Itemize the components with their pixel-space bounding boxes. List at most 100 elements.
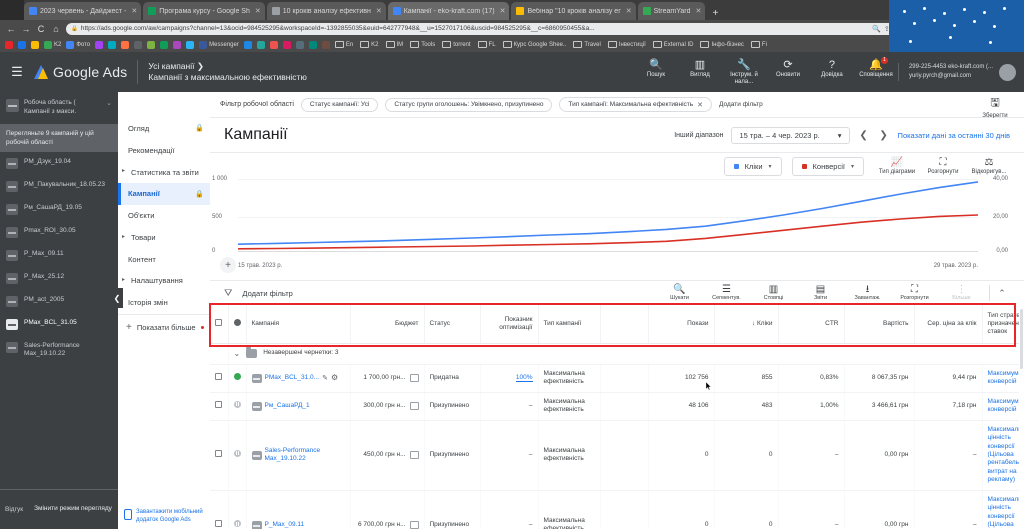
table-row[interactable]: Pм_СашаРД_1 300,00 грн н... Призупинено – Ма…	[210, 392, 1024, 421]
cell-campaign[interactable]: PMax_BCL_31.0... ✎ ⚙	[246, 364, 351, 393]
bookmark-item[interactable]	[321, 40, 330, 49]
budget-chart-icon[interactable]	[409, 451, 419, 460]
bookmark-item[interactable]	[186, 40, 195, 49]
bookmark-folder[interactable]: K2	[360, 41, 379, 48]
select-all-checkbox[interactable]	[215, 318, 223, 326]
sidebar-item-кампанії[interactable]: Кампанії 🔒	[118, 183, 210, 205]
browser-tab[interactable]: Вебінар "10 кроків аналізу ег ✕	[511, 2, 636, 20]
row-checkbox[interactable]	[215, 373, 223, 381]
toolbar-стовпці[interactable]: ▥ Стовпці	[750, 284, 797, 302]
header-action-пошук[interactable]: 🔍 Пошук	[634, 59, 678, 86]
close-icon[interactable]: ✕	[697, 101, 703, 109]
cell-campaign[interactable]: P_Max_09.11	[246, 490, 351, 529]
bookmark-item[interactable]	[308, 40, 317, 49]
bookmark-item[interactable]	[295, 40, 304, 49]
table-row[interactable]: Sales-Performance Max_19.10.22 450,00 грн…	[210, 420, 1024, 491]
sidebar-item-статистикатазвіти[interactable]: ▸ Статистика та звіти	[118, 162, 210, 184]
reload-button[interactable]: C	[36, 24, 46, 34]
chevron-down-icon[interactable]: ⌄	[234, 349, 241, 359]
cell-optimization-score[interactable]: –	[480, 420, 539, 491]
status-dot-header[interactable]	[228, 305, 247, 344]
bookmark-item[interactable]	[95, 40, 104, 49]
campaign-name[interactable]: Sales-Performance Max_19.10.22	[265, 447, 345, 464]
cell-campaign[interactable]: Pм_СашаРД_1	[246, 392, 351, 421]
draft-group-row[interactable]: ⌄ Незавершені чернетки: 3	[210, 343, 1024, 365]
bookmark-item[interactable]	[173, 40, 182, 49]
browser-tab[interactable]: Програма курсу - Google Sh ✕	[143, 2, 265, 20]
collapse-chart-button[interactable]: ⌃	[994, 288, 1010, 299]
browser-tab[interactable]: 10 кроків аналізу ефективн ✕	[266, 2, 386, 20]
back-button[interactable]: ←	[6, 24, 16, 34]
bookmark-item[interactable]	[134, 40, 143, 49]
workspace-campaign-item[interactable]: PM_Дзук_19.04	[0, 152, 118, 175]
header-impressions[interactable]: Покази	[648, 305, 715, 344]
bookmark-folder[interactable]: Tools	[410, 41, 435, 48]
campaign-name[interactable]: Pм_СашаРД_1	[265, 402, 310, 410]
header-action-вигляд[interactable]: ▥ Вигляд	[678, 59, 722, 86]
show-more-nav-button[interactable]: + Показати більше	[118, 313, 210, 340]
bookmark-item[interactable]	[108, 40, 117, 49]
row-select-cell[interactable]	[210, 420, 229, 491]
select-all-header[interactable]	[210, 305, 229, 344]
table-row[interactable]: PMax_BCL_31.0... ✎ ⚙ 1 700,00 грн... Придатн…	[210, 364, 1024, 393]
group-label-cell[interactable]: ⌄ Незавершені чернетки: 3	[228, 343, 1024, 365]
chevron-down-icon[interactable]: ⌄	[106, 99, 112, 107]
bookmark-item[interactable]	[5, 40, 13, 49]
close-icon[interactable]: ✕	[376, 7, 382, 15]
workspace-header[interactable]: Робоча область ( Кампанії з макси. ⌄	[0, 92, 118, 124]
save-workspace-button[interactable]: 🖫 Зберегти	[972, 94, 1018, 119]
bookmark-folder[interactable]: FL	[477, 41, 496, 48]
close-icon[interactable]: ✕	[695, 7, 701, 15]
bookmark-item[interactable]	[147, 40, 156, 49]
row-status-cell[interactable]	[228, 392, 247, 421]
workspace-campaign-item[interactable]: PM_Пакувальник_18.05.23	[0, 175, 118, 198]
workspace-campaign-item[interactable]: Pм_СашаРД_19.05	[0, 198, 118, 221]
filter-chip[interactable]: Статус групи оголошень: Увімкнено, призу…	[385, 97, 553, 112]
search-icon[interactable]: 🔍	[872, 25, 881, 33]
workspace-campaign-item[interactable]: PM_act_2005	[0, 290, 118, 313]
feedback-link[interactable]: Відгук	[0, 506, 28, 513]
metric-selector-conversions[interactable]: Конверсії ▾	[791, 157, 864, 176]
sidebar-item-огляд[interactable]: Огляд 🔒	[118, 118, 210, 140]
toolbar-розгорнути[interactable]: ⛶ Розгорнути	[891, 284, 938, 302]
bookmark-folder[interactable]: External ID	[652, 41, 693, 48]
address-input[interactable]: 🔒 https://ads.google.com/aw/campaigns?ch…	[66, 22, 904, 35]
toolbar-шукати[interactable]: 🔍 Шукати	[656, 284, 703, 302]
cell-budget[interactable]: 1 700,00 грн...	[350, 364, 425, 393]
row-status-cell[interactable]	[228, 364, 247, 393]
cell-optimization-score[interactable]: 100%	[480, 364, 539, 393]
header-budget[interactable]: Бюджет	[350, 305, 425, 344]
toolbar-звіти[interactable]: ▤ Звіти	[797, 284, 844, 302]
breadcrumb[interactable]: Усі кампанії ❯ Кампанії з максимальною е…	[148, 61, 306, 84]
avatar[interactable]	[999, 63, 1016, 81]
cell-budget[interactable]: 6 700,00 грн н...	[350, 490, 425, 529]
cell-campaign[interactable]: Sales-Performance Max_19.10.22	[246, 420, 351, 491]
filter-chip[interactable]: Тип кампанії: Максимальна ефективність ✕	[559, 97, 713, 112]
toolbar-завантаж[interactable]: ⭳ Завантаж.	[844, 284, 891, 302]
gear-icon[interactable]: ⚙	[331, 373, 338, 383]
sidebar-item-об'єкти[interactable]: Об'єкти	[118, 205, 210, 227]
close-icon[interactable]: ✕	[626, 7, 632, 15]
header-cost[interactable]: Вартість	[844, 305, 915, 344]
next-period-button[interactable]: ❯	[878, 130, 890, 141]
bookmark-item[interactable]: Фото	[66, 40, 90, 49]
bookmark-item[interactable]	[282, 40, 291, 49]
funnel-icon[interactable]: ⛛	[224, 288, 232, 299]
bookmark-folder[interactable]: Travel	[573, 41, 601, 48]
row-status-cell[interactable]	[228, 490, 247, 529]
chart-button-розгорнути[interactable]: ⛶ Розгорнути	[920, 157, 966, 176]
header-clicks[interactable]: ↓ Кліки	[714, 305, 779, 344]
bookmark-folder[interactable]: Курс Google Shee..	[502, 41, 566, 48]
bookmark-item[interactable]	[31, 40, 39, 49]
close-icon[interactable]: ✕	[500, 7, 506, 15]
status-badge[interactable]	[233, 520, 241, 528]
table-scrollbar[interactable]	[1019, 305, 1024, 529]
sidebar-item-рекомендації[interactable]: Рекомендації	[118, 140, 210, 162]
header-campaign[interactable]: Кампанія	[246, 305, 351, 344]
row-select-cell[interactable]	[210, 490, 229, 529]
bookmark-item[interactable]: Messenger	[199, 40, 239, 49]
cell-optimization-score[interactable]: –	[480, 392, 539, 421]
expand-chart-button[interactable]: +	[220, 257, 236, 273]
edit-pencil-icon[interactable]: ✎	[322, 374, 328, 383]
header-avg-cpc[interactable]: Сер. ціна за клік	[914, 305, 983, 344]
